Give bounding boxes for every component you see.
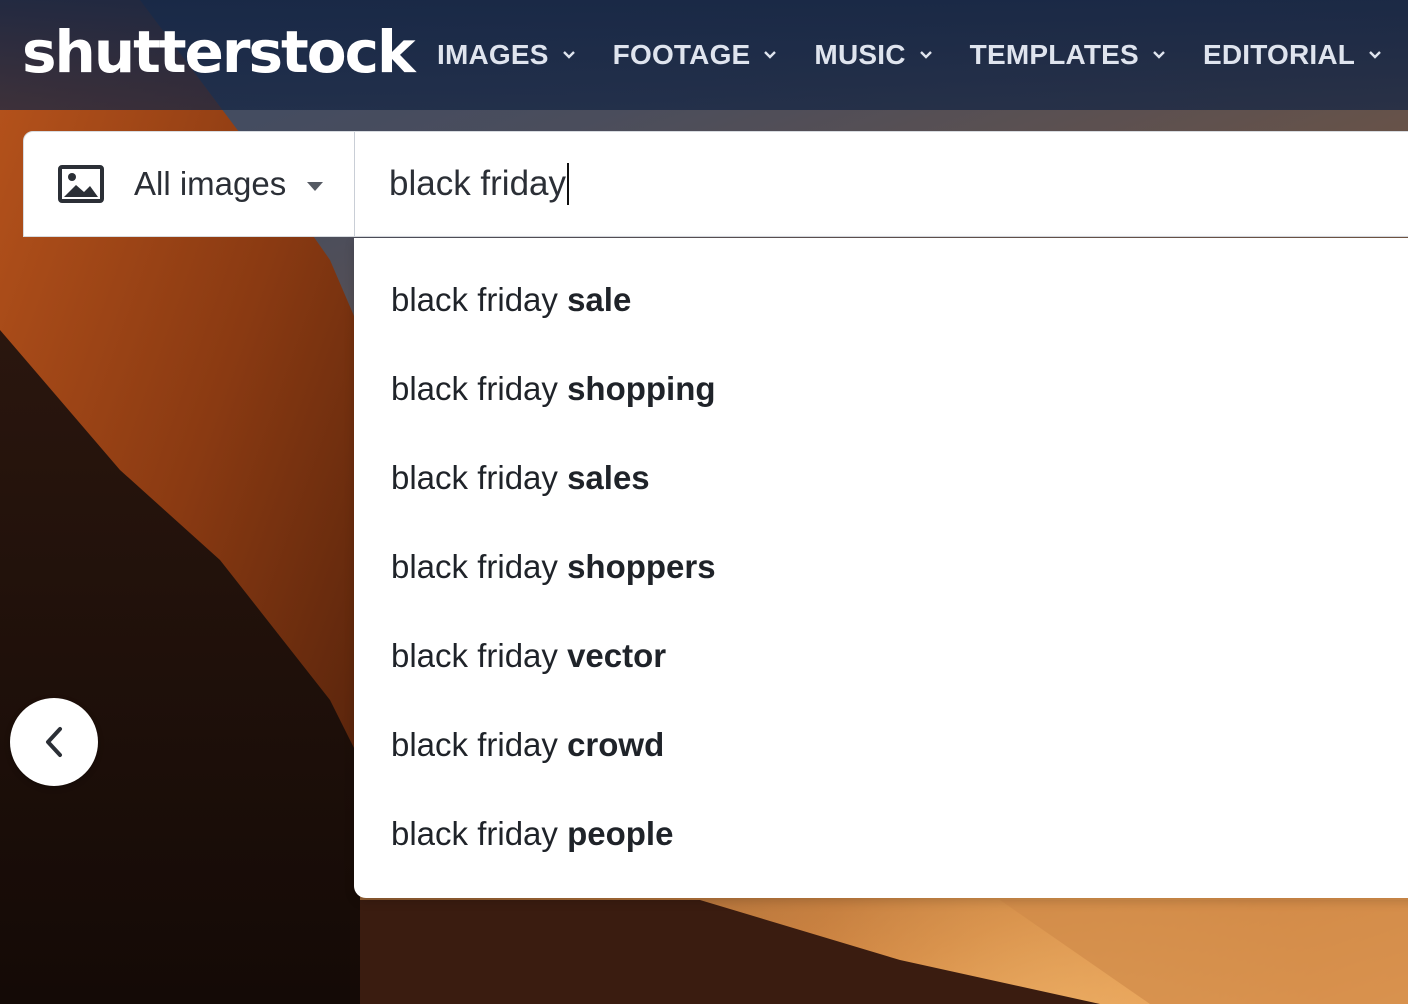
text-cursor	[567, 163, 570, 205]
chevron-down-icon	[764, 51, 777, 59]
chevron-down-icon	[919, 51, 932, 59]
nav-item-music[interactable]: MUSIC	[814, 39, 933, 71]
main-nav: IMAGES FOOTAGE MUSIC TEMPLATES EDITORIAL	[437, 30, 1408, 80]
suggestion-prefix: black friday	[391, 815, 568, 852]
shutterstock-logo[interactable]: shutterstock	[22, 12, 416, 92]
image-icon	[58, 165, 104, 203]
suggestion-item[interactable]: black friday crowd	[391, 720, 664, 770]
suggestion-item[interactable]: black friday sales	[391, 453, 650, 503]
search-bar: All images black friday	[23, 131, 1408, 237]
search-query-text: black friday	[389, 164, 567, 203]
suggestion-prefix: black friday	[391, 726, 568, 763]
nav-item-label: MUSIC	[814, 39, 906, 70]
suggestion-item[interactable]: black friday vector	[391, 631, 666, 681]
nav-item-images[interactable]: IMAGES	[437, 39, 577, 71]
search-suggestions-dropdown: black friday sale black friday shopping …	[354, 238, 1408, 898]
page: shutterstock IMAGES FOOTAGE MUSIC TEMPLA…	[0, 0, 1408, 1004]
nav-item-label: TEMPLATES	[969, 39, 1139, 70]
suggestion-prefix: black friday	[391, 281, 568, 318]
suggestion-item[interactable]: black friday sale	[391, 275, 631, 325]
chevron-left-icon	[46, 727, 62, 757]
suggestion-completion: sale	[567, 281, 632, 318]
media-type-label: All images	[134, 165, 287, 202]
suggestion-prefix: black friday	[391, 370, 568, 407]
suggestion-prefix: black friday	[391, 637, 568, 674]
nav-item-templates[interactable]: TEMPLATES	[970, 39, 1167, 71]
top-nav-bar: shutterstock IMAGES FOOTAGE MUSIC TEMPLA…	[0, 0, 1408, 110]
search-input[interactable]: black friday	[389, 158, 570, 210]
nav-item-label: FOOTAGE	[612, 39, 751, 70]
suggestion-completion: shoppers	[567, 548, 716, 585]
nav-item-label: IMAGES	[437, 39, 549, 70]
suggestion-prefix: black friday	[391, 548, 568, 585]
suggestion-completion: vector	[567, 637, 667, 674]
nav-item-editorial[interactable]: EDITORIAL	[1203, 39, 1383, 71]
chevron-down-icon	[1369, 51, 1381, 59]
suggestion-completion: sales	[567, 459, 650, 496]
nav-item-footage[interactable]: FOOTAGE	[613, 39, 779, 71]
suggestion-item[interactable]: black friday shoppers	[391, 542, 716, 592]
suggestion-completion: shopping	[567, 370, 716, 407]
suggestion-prefix: black friday	[391, 459, 568, 496]
suggestion-completion: crowd	[567, 726, 665, 763]
chevron-down-icon	[1153, 51, 1165, 59]
chevron-down-icon	[562, 51, 575, 59]
suggestion-item[interactable]: black friday shopping	[391, 364, 716, 414]
media-type-select[interactable]: All images	[24, 132, 355, 236]
carousel-prev-button[interactable]	[10, 698, 98, 786]
suggestion-completion: people	[567, 815, 674, 852]
caret-down-icon	[307, 182, 323, 191]
suggestion-item[interactable]: black friday people	[391, 809, 673, 859]
nav-item-label: EDITORIAL	[1202, 39, 1356, 70]
